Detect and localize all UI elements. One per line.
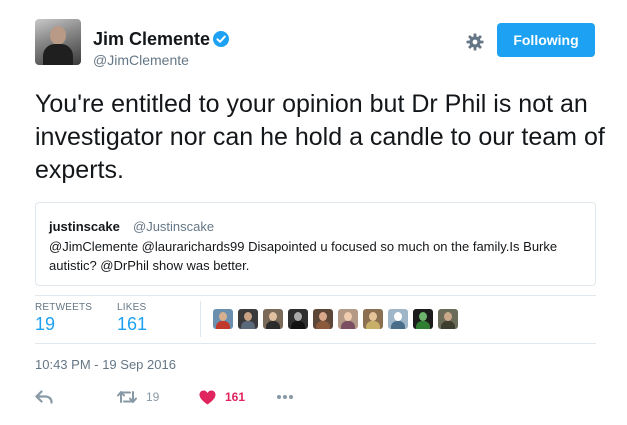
liker-avatar[interactable] [288,309,308,329]
liker-avatar[interactable] [388,309,408,329]
liker-avatar[interactable] [338,309,358,329]
stats-divider [200,301,201,337]
divider [35,295,596,296]
tweet-text: You're entitled to your opinion but Dr P… [35,90,605,184]
more-dots-icon [277,395,293,399]
avatar[interactable] [35,19,81,65]
like-count: 161 [225,390,246,404]
retweet-icon [117,391,137,403]
author-handle[interactable]: @JimClemente [93,52,189,68]
quoted-author-handle: @Justinscake [133,219,215,234]
quoted-author-name: justinscake [49,219,120,234]
retweet-button[interactable]: 19 [117,388,159,406]
liker-avatar[interactable] [213,309,233,329]
more-button[interactable] [276,388,294,406]
liker-avatar[interactable] [438,309,458,329]
gear-icon[interactable] [466,33,484,51]
reply-icon [35,390,53,404]
reply-button[interactable] [35,388,53,406]
divider [35,343,596,344]
likes-label[interactable]: LIKES [117,302,146,313]
following-button[interactable]: Following [497,23,595,57]
retweets-count[interactable]: 19 [35,314,55,335]
heart-icon [199,390,216,404]
likes-count[interactable]: 161 [117,314,147,335]
liker-avatar[interactable] [238,309,258,329]
quoted-tweet-text: @JimClemente @laurarichards99 Disapointe… [49,239,558,273]
retweet-count: 19 [146,390,160,404]
verified-badge-icon [213,31,229,47]
liker-avatar[interactable] [263,309,283,329]
author-name[interactable]: Jim Clemente [93,29,210,49]
liker-avatar[interactable] [363,309,383,329]
liker-avatar[interactable] [313,309,333,329]
quoted-tweet[interactable]: justinscake @Justinscake @JimClemente @l… [35,202,596,286]
like-button[interactable]: 161 [199,388,245,406]
tweet-timestamp[interactable]: 10:43 PM - 19 Sep 2016 [35,357,176,372]
liker-avatar[interactable] [413,309,433,329]
retweets-label[interactable]: RETWEETS [35,302,92,313]
